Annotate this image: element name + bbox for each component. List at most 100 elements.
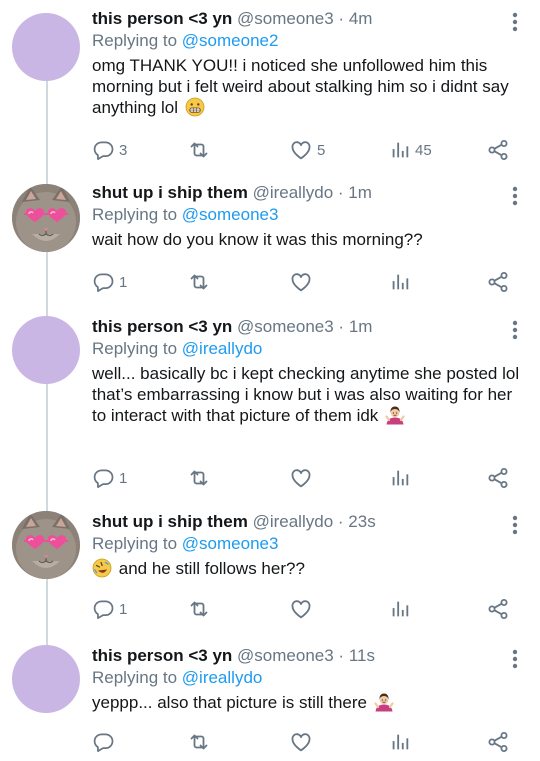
tweet-text-body: wait how do you know it was this morning… (92, 230, 423, 249)
like-icon (289, 138, 313, 162)
avatar[interactable] (12, 184, 80, 252)
like-button[interactable] (289, 730, 313, 754)
tweet-text-body: omg THANK YOU!! i noticed she unfollowed… (92, 56, 509, 117)
reply-icon (92, 731, 115, 754)
retweet-button[interactable] (187, 730, 211, 754)
reply-button[interactable]: 1 (92, 270, 127, 294)
tweet-content: shut up i ship them @ireallydo · 1m Repl… (92, 182, 524, 250)
tweet-header: shut up i ship them @ireallydo · 23s (92, 511, 524, 533)
reply-count: 1 (119, 469, 128, 487)
share-button[interactable] (486, 270, 510, 294)
display-name[interactable]: shut up i ship them (92, 512, 248, 531)
share-button[interactable] (486, 730, 510, 754)
separator-dot: · (338, 317, 345, 336)
mention-link[interactable]: @ireallydo (182, 668, 263, 687)
retweet-button[interactable] (187, 138, 211, 162)
share-icon (486, 730, 510, 754)
retweet-button[interactable] (187, 466, 211, 490)
views-button[interactable] (389, 270, 411, 294)
views-icon (389, 271, 411, 293)
like-icon (289, 597, 313, 621)
like-button[interactable] (289, 270, 313, 294)
reply-icon (92, 467, 115, 490)
reply-button[interactable]: 1 (92, 466, 127, 490)
avatar[interactable] (12, 511, 80, 579)
retweet-button[interactable] (187, 597, 211, 621)
retweet-icon (187, 466, 211, 490)
handle[interactable]: @someone3 (237, 317, 334, 336)
share-icon (486, 138, 510, 162)
share-button[interactable] (486, 138, 510, 162)
separator-dot: · (337, 512, 344, 531)
reply-button[interactable] (92, 730, 115, 754)
mention-link[interactable]: @ireallydo (182, 339, 263, 358)
tweet-text: yeppp... also that picture is still ther… (92, 692, 524, 713)
like-button[interactable] (289, 466, 313, 490)
mention-link[interactable]: @someone2 (182, 31, 279, 50)
views-icon (389, 467, 411, 489)
display-name[interactable]: this person <3 yn (92, 317, 232, 336)
views-button[interactable] (389, 466, 411, 490)
replying-to: Replying to @ireallydo (92, 667, 524, 689)
avatar[interactable] (12, 13, 80, 81)
more-icon[interactable] (512, 12, 518, 32)
timestamp[interactable]: 11s (349, 646, 375, 665)
reply-icon (92, 598, 115, 621)
display-name[interactable]: this person <3 yn (92, 646, 232, 665)
reply-button[interactable]: 3 (92, 138, 127, 162)
tweet-text: omg THANK YOU!! i noticed she unfollowed… (92, 55, 524, 118)
grimacing-face-emoji-icon (185, 97, 205, 117)
timestamp[interactable]: 4m (349, 9, 373, 28)
person-shrugging-emoji-icon (374, 692, 394, 712)
like-icon (289, 730, 313, 754)
more-icon[interactable] (512, 320, 518, 340)
avatar[interactable] (12, 645, 80, 713)
tweet-text: well... basically bc i kept checking any… (92, 363, 524, 426)
person-shrugging-emoji-icon (385, 405, 405, 425)
handle[interactable]: @ireallydo (253, 183, 334, 202)
views-icon (389, 731, 411, 753)
like-button[interactable]: 5 (289, 138, 325, 162)
tweet-text-body: well... basically bc i kept checking any… (92, 364, 520, 425)
tweet-text: and he still follows her?? (92, 558, 524, 579)
reply-count: 3 (119, 141, 128, 159)
tweet-content: this person <3 yn @someone3 · 4m Replyin… (92, 8, 524, 118)
like-button[interactable] (289, 597, 313, 621)
views-button[interactable] (389, 597, 411, 621)
views-button[interactable]: 45 (389, 138, 432, 162)
timestamp[interactable]: 23s (348, 512, 375, 531)
mention-link[interactable]: @someone3 (182, 534, 279, 553)
tweet-content: this person <3 yn @someone3 · 11s Replyi… (92, 645, 524, 713)
more-icon[interactable] (512, 515, 518, 535)
reply-count: 1 (119, 273, 128, 291)
share-button[interactable] (486, 466, 510, 490)
reply-icon (92, 139, 115, 162)
action-bar: 1 (92, 270, 520, 294)
cat-avatar-image (12, 511, 80, 579)
timestamp[interactable]: 1m (349, 317, 373, 336)
reply-count: 1 (119, 600, 128, 618)
display-name[interactable]: this person <3 yn (92, 9, 232, 28)
handle[interactable]: @someone3 (237, 646, 334, 665)
more-icon[interactable] (512, 186, 518, 206)
replying-prefix: Replying to (92, 205, 182, 224)
tweet-content: shut up i ship them @ireallydo · 23s Rep… (92, 511, 524, 579)
reply-icon (92, 271, 115, 294)
share-icon (486, 270, 510, 294)
like-icon (289, 466, 313, 490)
retweet-icon (187, 597, 211, 621)
reply-button[interactable]: 1 (92, 597, 127, 621)
retweet-button[interactable] (187, 270, 211, 294)
handle[interactable]: @ireallydo (253, 512, 334, 531)
share-button[interactable] (486, 597, 510, 621)
rolling-on-floor-laughing-emoji-icon (92, 558, 112, 578)
retweet-icon (187, 138, 211, 162)
handle[interactable]: @someone3 (237, 9, 334, 28)
timestamp[interactable]: 1m (348, 183, 372, 202)
mention-link[interactable]: @someone3 (182, 205, 279, 224)
display-name[interactable]: shut up i ship them (92, 183, 248, 202)
views-button[interactable] (389, 730, 411, 754)
retweet-icon (187, 270, 211, 294)
avatar[interactable] (12, 316, 80, 384)
more-icon[interactable] (512, 649, 518, 669)
